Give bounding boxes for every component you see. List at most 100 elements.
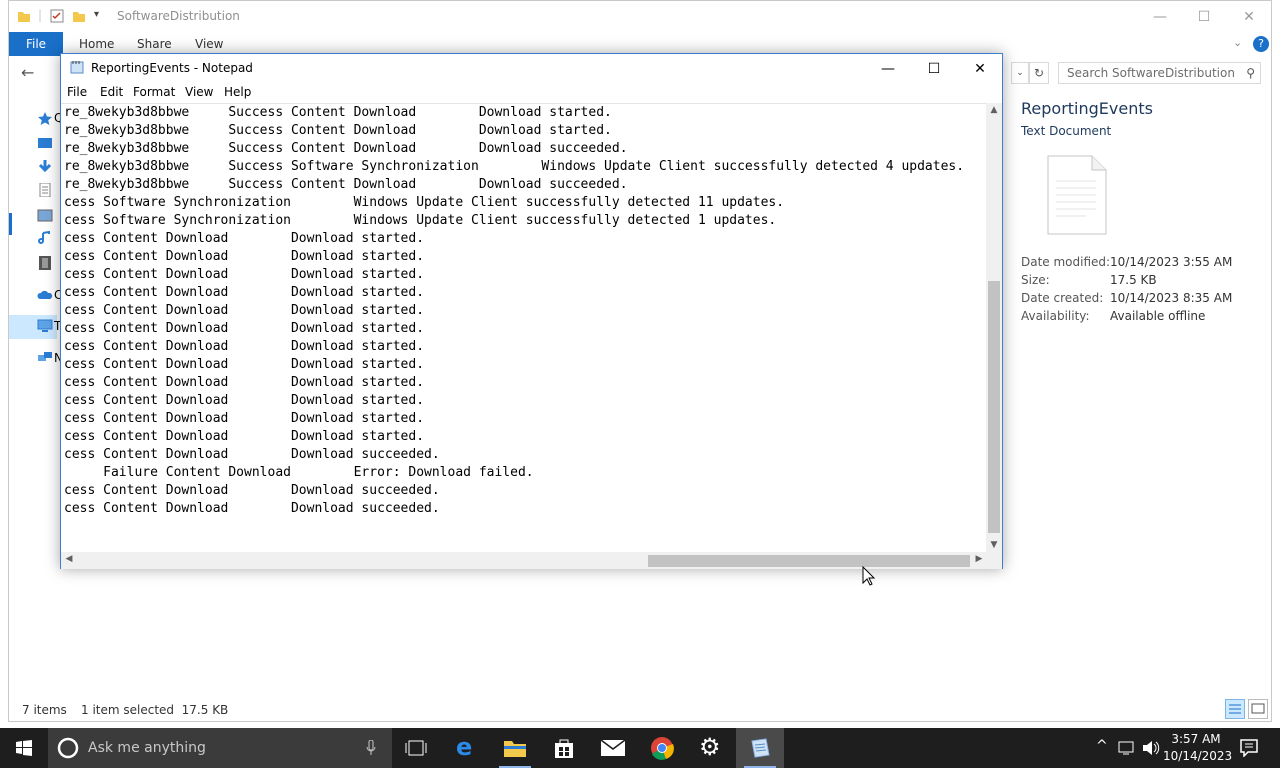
notepad-app-icon[interactable] <box>70 60 84 74</box>
text-line[interactable]: cess Content Download Download started. <box>64 320 964 338</box>
menu-format[interactable]: Format <box>133 85 175 99</box>
text-line[interactable]: cess Content Download Download started. <box>64 356 964 374</box>
text-line[interactable]: re_8wekyb3d8bbwe Success Software Synchr… <box>64 158 964 176</box>
file-explorer-icon <box>504 741 526 757</box>
ribbon-file-tab[interactable]: File <box>9 32 63 56</box>
notepad-maximize-icon[interactable]: ☐ <box>911 56 957 82</box>
vertical-scrollbar[interactable]: ▲ ▼ <box>986 103 1002 552</box>
taskbar-chrome[interactable] <box>638 728 686 768</box>
menu-file[interactable]: File <box>67 85 87 99</box>
downloads-icon[interactable] <box>37 159 53 173</box>
pictures-icon[interactable] <box>37 209 53 223</box>
microphone-icon[interactable] <box>366 740 376 756</box>
text-line[interactable]: cess Content Download Download succeeded… <box>64 446 964 464</box>
refresh-icon[interactable]: ↻ <box>1029 62 1049 84</box>
quick-access-star-icon[interactable] <box>37 111 53 125</box>
details-view-button[interactable] <box>1225 699 1245 719</box>
details-value-size: 17.5 KB <box>1110 273 1157 287</box>
scroll-down-arrow-icon[interactable]: ▼ <box>986 540 1002 550</box>
menu-edit[interactable]: Edit <box>100 85 123 99</box>
text-line[interactable]: cess Content Download Download started. <box>64 428 964 446</box>
menu-help[interactable]: Help <box>224 85 251 99</box>
text-lines[interactable]: re_8wekyb3d8bbwe Success Content Downloa… <box>64 104 964 518</box>
text-line[interactable]: cess Content Download Download started. <box>64 392 964 410</box>
search-placeholder[interactable]: Search SoftwareDistribution <box>1067 66 1235 80</box>
notepad-close-icon[interactable]: ✕ <box>957 56 1003 82</box>
details-pane: ReportingEvents Text Document Date modif… <box>1021 99 1261 639</box>
address-dropdown-icon[interactable]: ⌄ <box>1011 62 1029 84</box>
text-line[interactable]: cess Content Download Download started. <box>64 338 964 356</box>
text-line[interactable]: cess Content Download Download started. <box>64 410 964 428</box>
customize-toolbar-icon[interactable]: ▾ <box>94 9 99 20</box>
action-center-icon[interactable] <box>1240 739 1258 757</box>
horizontal-scroll-thumb[interactable] <box>648 555 970 567</box>
text-line[interactable]: re_8wekyb3d8bbwe Success Content Downloa… <box>64 122 964 140</box>
text-line[interactable]: cess Content Download Download started. <box>64 374 964 392</box>
text-line[interactable]: re_8wekyb3d8bbwe Success Content Downloa… <box>64 176 964 194</box>
text-line[interactable]: cess Content Download Download started. <box>64 230 964 248</box>
scroll-right-arrow-icon[interactable]: ▶ <box>971 554 987 564</box>
clock-date[interactable]: 10/14/2023 <box>1163 748 1232 765</box>
clock-time[interactable]: 3:57 AM <box>1163 731 1229 748</box>
text-line[interactable]: Failure Content Download Error: Download… <box>64 464 964 482</box>
large-icons-view-button[interactable] <box>1248 699 1268 719</box>
search-icon[interactable]: ⚲ <box>1246 66 1255 80</box>
task-view-icon <box>405 740 427 756</box>
text-line[interactable]: cess Content Download Download started. <box>64 284 964 302</box>
text-line[interactable]: cess Software Synchronization Windows Up… <box>64 212 964 230</box>
taskbar-mail[interactable] <box>589 728 637 768</box>
taskbar-search-text[interactable]: Ask me anything <box>88 740 206 756</box>
this-pc-icon[interactable] <box>37 319 53 333</box>
show-hidden-icons-icon[interactable]: ^ <box>1096 738 1108 754</box>
taskbar-store[interactable] <box>540 728 588 768</box>
new-folder-icon[interactable] <box>72 9 86 23</box>
network-tray-icon[interactable] <box>1118 740 1136 756</box>
taskbar-search-box[interactable]: Ask me anything <box>48 728 392 768</box>
details-value-availability: Available offline <box>1110 309 1206 323</box>
search-box[interactable]: Search SoftwareDistribution ⚲ <box>1058 62 1261 84</box>
taskbar-notepad[interactable] <box>736 728 784 768</box>
documents-icon[interactable] <box>37 183 53 197</box>
back-arrow-icon[interactable]: ← <box>21 63 34 82</box>
text-line[interactable]: re_8wekyb3d8bbwe Success Content Downloa… <box>64 140 964 158</box>
text-document-icon <box>1047 155 1107 235</box>
notepad-minimize-icon[interactable]: — <box>865 56 911 82</box>
menu-view[interactable]: View <box>185 85 213 99</box>
text-line[interactable]: cess Content Download Download succeeded… <box>64 482 964 500</box>
taskbar-edge[interactable]: e <box>443 728 491 768</box>
vertical-scroll-thumb[interactable] <box>988 281 1000 533</box>
close-icon[interactable]: ✕ <box>1238 7 1260 27</box>
volume-icon[interactable] <box>1142 740 1160 756</box>
notepad-text-area[interactable]: re_8wekyb3d8bbwe Success Content Downloa… <box>61 103 987 553</box>
scroll-up-arrow-icon[interactable]: ▲ <box>986 105 1002 115</box>
status-item-count: 7 items <box>22 703 67 717</box>
edge-browser-icon: e <box>456 733 473 761</box>
text-line[interactable]: cess Software Synchronization Windows Up… <box>64 194 964 212</box>
taskbar-clock[interactable]: 3:57 AM 10/14/2023 <box>1163 731 1232 765</box>
text-line[interactable]: re_8wekyb3d8bbwe Success Content Downloa… <box>64 104 964 122</box>
network-icon[interactable] <box>37 351 53 365</box>
taskbar-settings[interactable]: ⚙ <box>687 728 735 768</box>
onedrive-cloud-icon[interactable] <box>37 288 53 302</box>
music-icon[interactable] <box>37 231 53 245</box>
task-view-button[interactable] <box>392 728 440 768</box>
folder-icon <box>18 12 30 22</box>
text-line[interactable]: cess Content Download Download started. <box>64 248 964 266</box>
help-icon[interactable]: ? <box>1253 36 1269 52</box>
text-line[interactable]: cess Content Download Download succeeded… <box>64 500 964 518</box>
minimize-icon[interactable]: — <box>1149 7 1171 27</box>
notepad-taskbar-icon <box>751 738 770 758</box>
videos-icon[interactable] <box>37 256 53 270</box>
horizontal-scrollbar[interactable]: ◀ ▶ <box>61 552 987 569</box>
scroll-left-arrow-icon[interactable]: ◀ <box>61 554 77 564</box>
expand-ribbon-icon[interactable]: ⌄ <box>1233 36 1242 49</box>
separator: | <box>38 8 43 22</box>
taskbar-file-explorer[interactable] <box>491 728 539 768</box>
start-button[interactable] <box>0 728 48 768</box>
desktop-icon[interactable] <box>37 137 53 151</box>
resize-grip[interactable] <box>986 552 1002 569</box>
maximize-icon[interactable]: ☐ <box>1193 7 1215 27</box>
properties-icon[interactable] <box>50 9 64 23</box>
text-line[interactable]: cess Content Download Download started. <box>64 266 964 284</box>
text-line[interactable]: cess Content Download Download started. <box>64 302 964 320</box>
